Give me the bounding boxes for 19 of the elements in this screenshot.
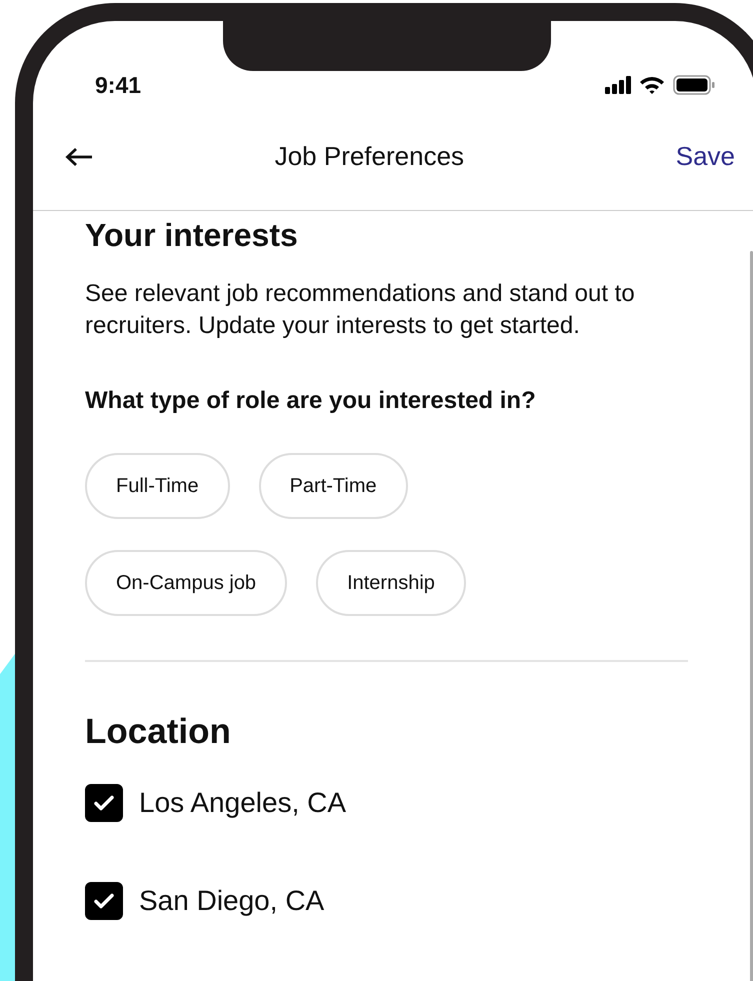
section-description: See relevant job recommendations and stand out to recruiters. Update your interests to get started. xyxy=(85,279,636,341)
status-time: 9:41 xyxy=(95,72,142,98)
question-text: What type of role are you interested in? xyxy=(85,387,536,415)
role-chip[interactable]: On-Campus job xyxy=(85,550,288,616)
section-heading: Location xyxy=(85,712,231,752)
location-label: San Diego, CA xyxy=(139,885,324,917)
section-heading: Your interests xyxy=(85,217,298,254)
checkbox[interactable] xyxy=(85,784,123,822)
screen-title: Job Preferences xyxy=(274,141,464,172)
checkbox[interactable] xyxy=(85,882,123,920)
location-label: Los Angeles, CA xyxy=(139,787,346,819)
role-chip[interactable]: Part-Time xyxy=(258,453,408,519)
role-chip[interactable]: Internship xyxy=(316,550,466,616)
role-chip[interactable]: Full-Time xyxy=(85,453,230,519)
signal-icon xyxy=(605,76,631,94)
back-arrow-icon[interactable] xyxy=(65,146,93,166)
battery-icon xyxy=(673,75,715,95)
save-button[interactable]: Save xyxy=(676,141,735,172)
wifi-icon xyxy=(639,75,665,95)
